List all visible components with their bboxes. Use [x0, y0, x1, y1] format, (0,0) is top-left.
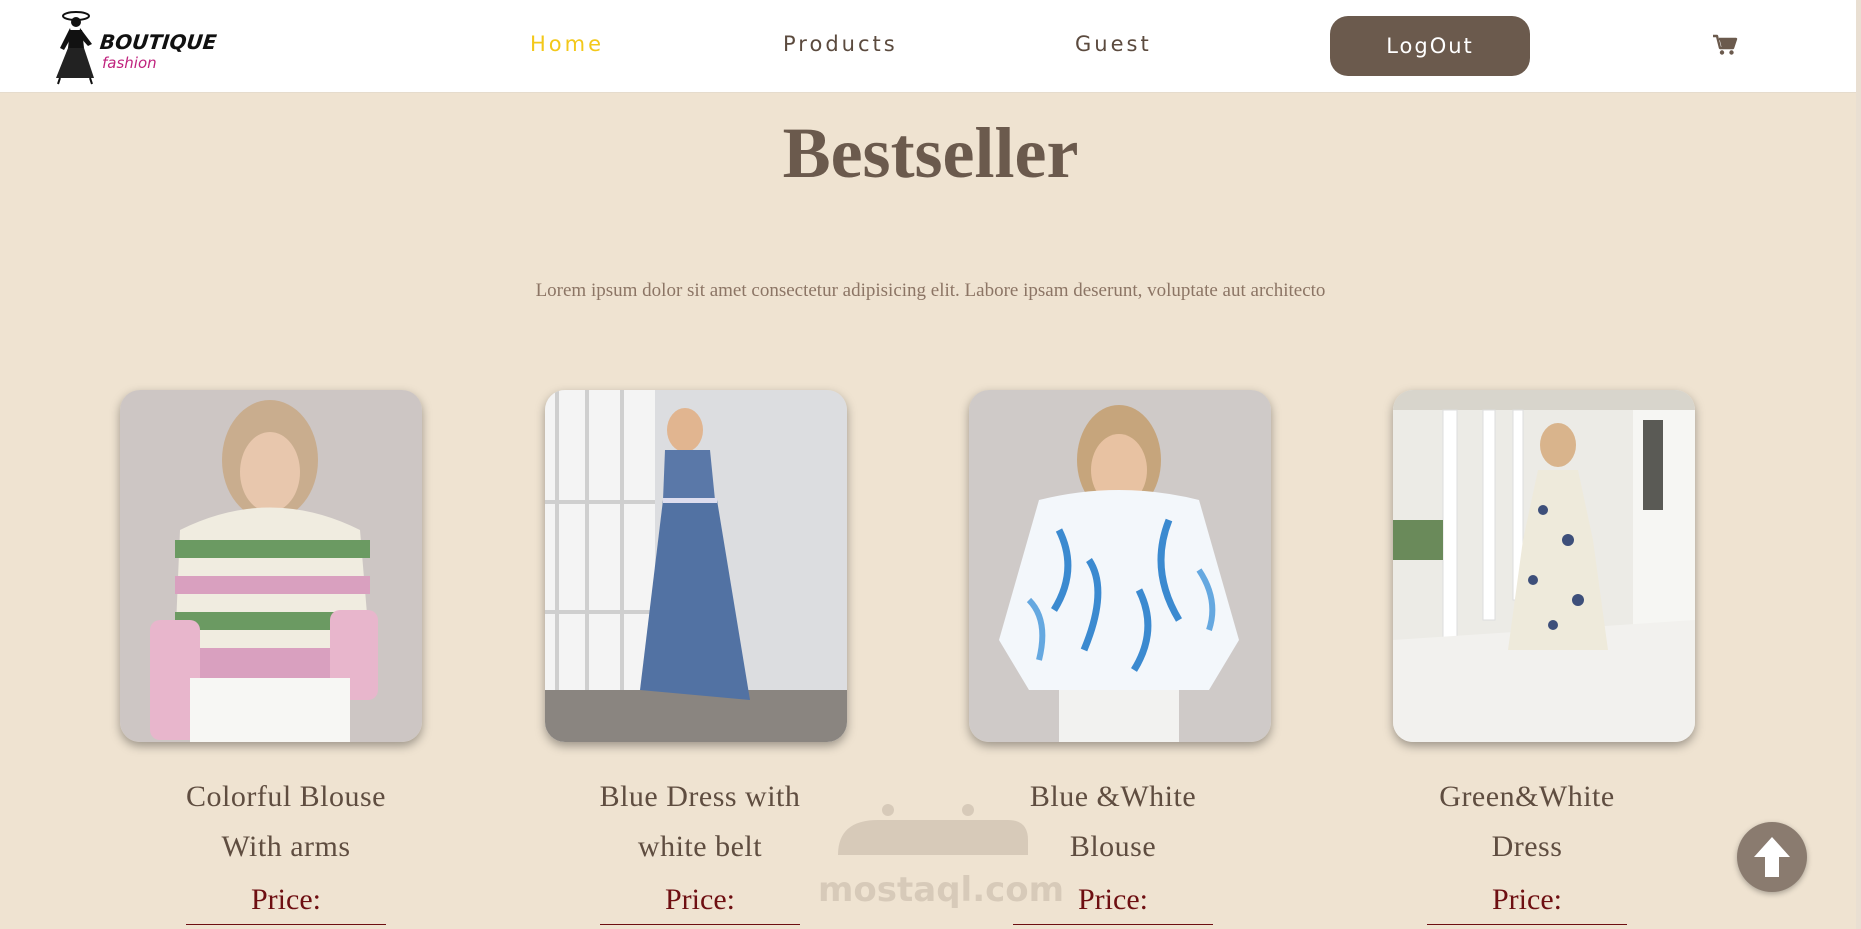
brand-name: BOUTIQUE [98, 30, 218, 54]
nav-home-link[interactable]: Home [530, 32, 604, 56]
product-name-line: Dress [1491, 830, 1563, 863]
product-image-green-white-dress[interactable] [1393, 390, 1695, 742]
product-image-blue-white-blouse[interactable] [969, 390, 1271, 742]
product-card[interactable] [969, 390, 1271, 742]
scrollbar-track[interactable] [1856, 0, 1861, 929]
section-title: Bestseller [782, 113, 1079, 193]
product-card[interactable] [545, 390, 847, 742]
product-name: Blue &White Blouse [963, 772, 1263, 872]
product-name-line: Blue Dress with [599, 780, 801, 813]
price-underline [186, 924, 386, 925]
brand-logo[interactable]: BOUTIQUE fashion [46, 8, 218, 86]
product-price-label: Price: [1078, 883, 1148, 916]
fashion-figure-logo-icon [56, 11, 94, 85]
product-name-line: Green&White [1439, 780, 1615, 813]
price-underline [600, 924, 800, 925]
product-name-line: With arms [221, 830, 351, 863]
product-name: Blue Dress with white belt [550, 772, 850, 872]
brand-tagline: fashion [102, 54, 157, 72]
arrow-up-icon [1754, 837, 1790, 877]
product-price-label: Price: [1492, 883, 1562, 916]
product-name-line: white belt [637, 830, 763, 863]
product-name: Colorful Blouse With arms [136, 772, 436, 872]
watermark-text: mostaql.com [818, 870, 1065, 910]
cart-icon[interactable] [1712, 34, 1738, 56]
product-name-line: Blue &White [1029, 780, 1197, 813]
product-name-line: Colorful Blouse [186, 780, 386, 813]
product-name: Green&White Dress [1377, 772, 1677, 872]
logout-button[interactable]: LogOut [1330, 16, 1530, 76]
product-card[interactable] [120, 390, 422, 742]
section-subtitle: Lorem ipsum dolor sit amet consectetur a… [535, 280, 1326, 301]
product-card[interactable] [1393, 390, 1695, 742]
price-underline [1013, 924, 1213, 925]
top-navbar: BOUTIQUE fashion Home Products Guest Log… [0, 0, 1861, 93]
nav-guest-link[interactable]: Guest [1075, 32, 1152, 56]
scroll-to-top-button[interactable] [1737, 822, 1807, 892]
product-image-blue-dress[interactable] [545, 390, 847, 742]
product-image-colorful-blouse[interactable] [120, 390, 422, 742]
product-name-line: Blouse [1069, 830, 1157, 863]
price-underline [1427, 924, 1627, 925]
product-price-label: Price: [665, 883, 735, 916]
nav-products-link[interactable]: Products [783, 32, 898, 56]
product-price-label: Price: [251, 883, 321, 916]
